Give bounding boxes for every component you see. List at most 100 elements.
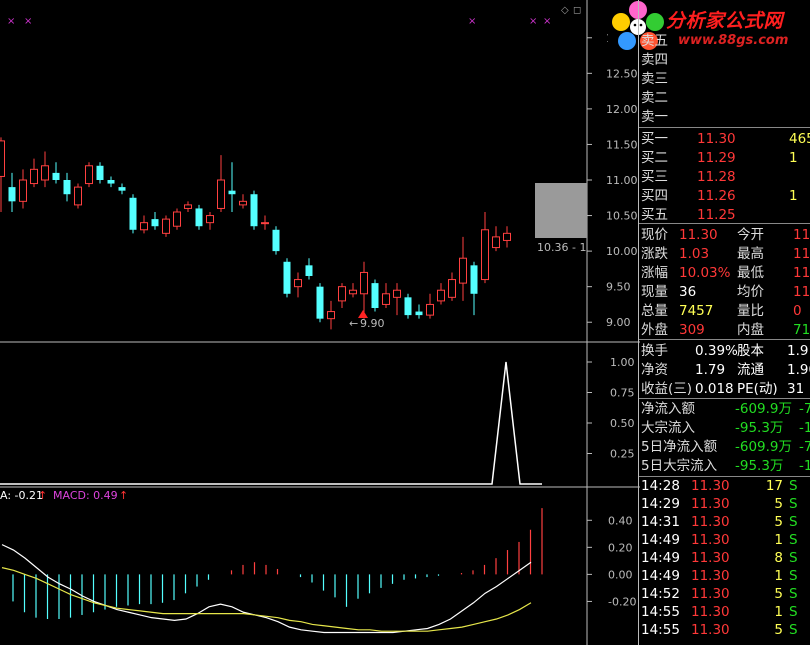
tick-price: 11.30 — [691, 568, 730, 584]
macd-readout: MACD: 0.49 — [53, 489, 118, 502]
square-icon[interactable]: ◻ — [573, 5, 581, 16]
stat-value: 0 — [793, 303, 802, 319]
bid-volume: 1 — [789, 188, 798, 204]
stat-value: 71 — [793, 322, 810, 338]
macd-up-arrow-icon: ↑ — [119, 489, 128, 502]
bid-volume: 465 — [789, 131, 810, 147]
bid-label: 买五 — [641, 207, 668, 223]
trade-tick-row: 14:31 11.30 5 S — [639, 513, 810, 531]
candle-up — [162, 215, 170, 237]
macd-tick-label: -0.20 — [608, 595, 636, 608]
signal-line — [0, 361, 542, 485]
candle-up — [327, 300, 335, 330]
candle-up — [382, 283, 390, 308]
candle-down — [129, 194, 137, 234]
tick-side: S — [789, 550, 798, 566]
price-tick-label: 9.00 — [606, 316, 631, 329]
candle-up — [459, 236, 467, 301]
candle-body — [437, 289, 445, 302]
ask-label: 卖三 — [641, 71, 668, 87]
candle-body — [415, 311, 423, 316]
candle-body — [459, 257, 467, 284]
ask-row: 卖二 — [639, 89, 810, 107]
stat-label: 均价 — [737, 284, 764, 300]
candle-body — [206, 215, 214, 224]
candle-up — [41, 151, 49, 188]
tick-volume: 5 — [774, 514, 783, 530]
flow-value: -95.3万 — [735, 420, 784, 436]
flow-label: 大宗流入 — [641, 420, 695, 436]
candle-body — [96, 165, 104, 180]
bid-row: 买三 11.28 — [639, 168, 810, 186]
stat-value: 7457 — [679, 303, 714, 319]
stat-value: 11 — [793, 284, 810, 300]
candle-body — [30, 168, 38, 185]
price-overlay-box — [535, 183, 587, 238]
candle-body — [217, 179, 225, 209]
candle-body — [272, 229, 280, 252]
tick-volume: 5 — [774, 622, 783, 638]
candle-body — [52, 172, 60, 180]
flow-label: 5日大宗流入 — [641, 458, 718, 474]
candle-body — [41, 165, 49, 181]
stat-label: 总量 — [641, 303, 668, 319]
stat-label: 现量 — [641, 284, 668, 300]
candle-body — [63, 180, 71, 195]
fundamental-label: 流通 — [737, 362, 764, 378]
candle-up — [140, 215, 148, 234]
candle-down — [470, 261, 478, 316]
tick-price: 11.30 — [691, 586, 730, 602]
candle-body — [448, 279, 456, 298]
candle-up — [184, 201, 192, 212]
tick-time: 14:49 — [641, 532, 680, 548]
stat-row: 外盘 309 内盘 71 — [639, 321, 810, 339]
fundamental-label: PE(动) — [737, 381, 778, 397]
ask-row: 卖三 — [639, 70, 810, 88]
kline-chart-area[interactable]: × × × × × ◇ ◻ 13.0012.5012.0011.5011.001… — [0, 0, 640, 645]
tick-price: 11.30 — [691, 622, 730, 638]
flow-extra: -1 — [799, 420, 810, 436]
stat-label: 现价 — [641, 227, 668, 243]
candle-up — [481, 212, 489, 284]
diamond-icon[interactable]: ◇ — [561, 5, 569, 16]
panel-divider — [639, 339, 810, 340]
x-marker-icon: × — [24, 16, 32, 27]
stat-label: 内盘 — [737, 322, 764, 338]
flow-extra: -7 — [799, 401, 810, 417]
fundamental-label: 净资 — [641, 362, 668, 378]
candle-body — [503, 232, 511, 241]
candle-body — [470, 265, 478, 294]
tick-price: 11.30 — [691, 496, 730, 512]
candle-body — [118, 187, 126, 191]
flow-value: -609.9万 — [735, 401, 793, 417]
stat-value: 10.03% — [679, 265, 731, 281]
candle-body — [327, 311, 335, 320]
bid-volume: 1 — [789, 150, 798, 166]
tick-price: 11.30 — [691, 514, 730, 530]
candle-up — [426, 293, 434, 319]
bid-label: 买一 — [641, 131, 668, 147]
flow-value: -609.9万 — [735, 439, 793, 455]
bid-label: 买三 — [641, 169, 668, 185]
candle-body — [382, 293, 390, 305]
candle-body — [19, 179, 27, 202]
flow-row: 5日大宗流入 -95.3万 -1 — [639, 457, 810, 475]
tick-time: 14:52 — [641, 586, 680, 602]
candle-body — [360, 271, 368, 295]
price-tick-label: 10.00 — [606, 245, 638, 258]
candle-body — [404, 297, 412, 316]
candle-body — [294, 279, 302, 288]
candle-down — [305, 258, 313, 280]
stat-label: 外盘 — [641, 322, 668, 338]
fundamental-label: 换手 — [641, 343, 668, 359]
candle-body — [393, 289, 401, 298]
bid-row: 买四 11.26 1 — [639, 187, 810, 205]
candle-body — [316, 286, 324, 319]
candle-up — [503, 226, 511, 248]
candle-up — [19, 169, 27, 209]
trade-tick-row: 14:49 11.30 1 S — [639, 567, 810, 585]
bid-row: 买五 11.25 — [639, 206, 810, 224]
fundamental-value: 1.91 — [787, 343, 810, 359]
candle-body — [492, 236, 500, 249]
candle-body — [371, 283, 379, 308]
